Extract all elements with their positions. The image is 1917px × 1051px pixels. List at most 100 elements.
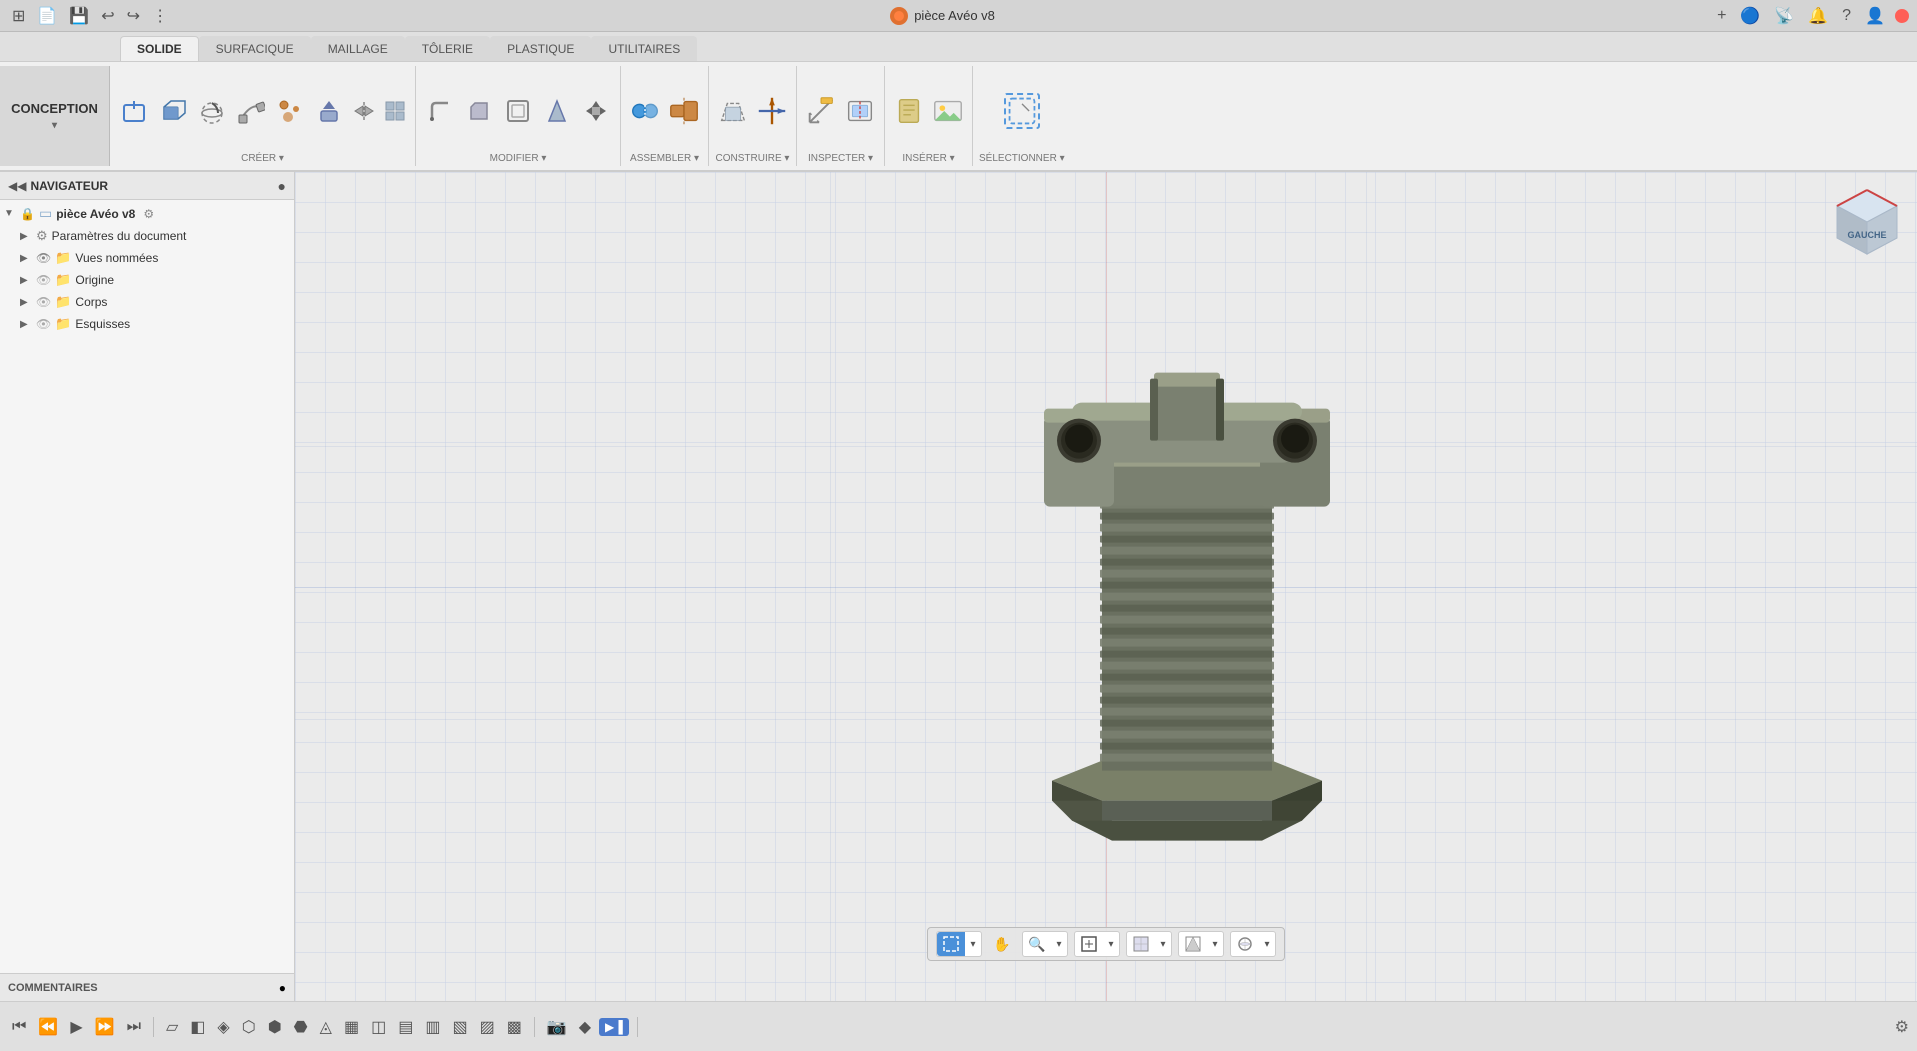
mirror-btn[interactable]	[350, 97, 378, 125]
save-icon[interactable]: 💾	[65, 4, 93, 28]
revolution-btn[interactable]	[194, 93, 230, 129]
timeline-icon14[interactable]: ▩	[503, 1015, 526, 1039]
tree-origine[interactable]: ▶ 👁 📁 Origine	[0, 269, 294, 291]
timeline-icon9[interactable]: ◫	[367, 1015, 390, 1039]
timeline-icon8[interactable]: ▦	[340, 1015, 363, 1039]
statusbar-right-icon[interactable]: ⚙	[1895, 1017, 1909, 1037]
insert-image-btn[interactable]	[930, 93, 966, 129]
timeline-icon5[interactable]: ⬢	[264, 1015, 286, 1039]
pull-btn[interactable]	[311, 93, 347, 129]
cloud-icon[interactable]: 🔵	[1736, 4, 1764, 28]
play-icon[interactable]: ▶	[66, 1015, 86, 1039]
insert-mcad-btn[interactable]	[891, 93, 927, 129]
apps-icon[interactable]: ⊞	[8, 4, 29, 28]
timeline-icon11[interactable]: ▥	[421, 1015, 444, 1039]
axis-btn[interactable]	[754, 93, 790, 129]
loft-btn[interactable]	[272, 93, 308, 129]
zoom-fit-group: ▾	[1074, 931, 1120, 957]
timeline-icon13[interactable]: ▨	[476, 1015, 499, 1039]
timeline-icon7[interactable]: ◬	[316, 1015, 336, 1039]
env-btn[interactable]	[1231, 932, 1259, 956]
esquisses-arrow[interactable]: ▶	[20, 319, 32, 330]
tree-esquisses[interactable]: ▶ 👁 📁 Esquisses	[0, 313, 294, 335]
close-button[interactable]	[1895, 9, 1909, 23]
display-mode-dropdown[interactable]: ▾	[1155, 932, 1171, 956]
timeline-icon1[interactable]: ▱	[162, 1015, 182, 1039]
tree-vues[interactable]: ▶ 👁 📁 Vues nommées	[0, 247, 294, 269]
plane-btn[interactable]	[715, 93, 751, 129]
viewcube[interactable]: GAUCHE	[1827, 182, 1907, 262]
shading-dropdown[interactable]: ▾	[1207, 932, 1223, 956]
view-strip: ▾ ✋ 🔍 ▾ ▾ ▾	[927, 927, 1285, 961]
new-component-btn[interactable]	[116, 93, 152, 129]
zoom-dropdown[interactable]: ▾	[1051, 932, 1067, 956]
more-icon[interactable]: ⋮	[148, 4, 172, 28]
select-mode-dropdown[interactable]: ▾	[965, 932, 981, 956]
comments-pin-icon[interactable]: ●	[279, 981, 286, 995]
display-mode-btn[interactable]	[1127, 932, 1155, 956]
nav-back-icon[interactable]: ◀◀	[8, 179, 26, 193]
zoom-btn[interactable]: 🔍	[1023, 932, 1051, 956]
chamfer-btn[interactable]	[461, 93, 497, 129]
select-btn[interactable]	[1004, 93, 1040, 129]
tab-solide[interactable]: SOLIDE	[120, 36, 199, 61]
timeline-icon6[interactable]: ⬣	[290, 1015, 312, 1039]
keyframe-icon[interactable]: ◆	[575, 1015, 595, 1039]
notification-icon[interactable]: 🔔	[1804, 4, 1832, 28]
timeline-icon2[interactable]: ◧	[186, 1015, 209, 1039]
tree-parametres[interactable]: ▶ ⚙ Paramètres du document	[0, 225, 294, 247]
broadcast-icon[interactable]: 📡	[1770, 4, 1798, 28]
sweep-btn[interactable]	[233, 93, 269, 129]
fillet-btn[interactable]	[422, 93, 458, 129]
last-frame-icon[interactable]: ⏭	[123, 1016, 145, 1038]
section-btn[interactable]	[842, 93, 878, 129]
pattern-btn[interactable]	[381, 97, 409, 125]
vues-arrow[interactable]: ▶	[20, 253, 32, 264]
file-icon[interactable]: 📄	[33, 4, 61, 28]
joint-btn[interactable]	[627, 93, 663, 129]
shading-btn[interactable]	[1179, 932, 1207, 956]
tab-plastique[interactable]: PLASTIQUE	[490, 36, 591, 61]
parametres-arrow[interactable]: ▶	[20, 231, 32, 242]
timeline-icon3[interactable]: ◈	[213, 1015, 233, 1039]
add-tab-icon[interactable]: +	[1713, 5, 1730, 27]
align-btn[interactable]	[666, 93, 702, 129]
tree-corps[interactable]: ▶ 👁 📁 Corps	[0, 291, 294, 313]
undo-icon[interactable]: ↩	[97, 4, 118, 28]
selectionner-icons	[1004, 68, 1040, 153]
viewport[interactable]: GAUCHE ▾ ✋ 🔍 ▾	[295, 172, 1917, 1001]
timeline-icon12[interactable]: ▧	[448, 1015, 471, 1039]
corps-arrow[interactable]: ▶	[20, 297, 32, 308]
extrude-btn[interactable]	[155, 93, 191, 129]
next-frame-icon[interactable]: ⏩	[91, 1015, 119, 1039]
timeline-icon10[interactable]: ▤	[394, 1015, 417, 1039]
pan-btn[interactable]: ✋	[988, 932, 1016, 956]
timeline-icon4[interactable]: ⬡	[238, 1015, 260, 1039]
tab-utilitaires[interactable]: UTILITAIRES	[591, 36, 697, 61]
tree-collapse-arrow[interactable]: ▼	[4, 208, 16, 219]
zoom-fit-dropdown[interactable]: ▾	[1103, 932, 1119, 956]
measure-btn[interactable]	[803, 93, 839, 129]
camera-icon[interactable]: 📷	[543, 1015, 571, 1039]
redo-icon[interactable]: ↪	[123, 4, 144, 28]
main-area: ◀◀ NAVIGATEUR ● ▼ 🔒 ▭ pièce Avéo v8 ⚙ ▶ …	[0, 172, 1917, 1001]
tree-root-item[interactable]: ▼ 🔒 ▭ pièce Avéo v8 ⚙	[0, 202, 294, 225]
shell-btn[interactable]	[500, 93, 536, 129]
select-box-btn[interactable]	[937, 932, 965, 956]
tree-settings-icon[interactable]: ⚙	[143, 207, 154, 221]
tab-tolerie[interactable]: TÔLERIE	[405, 36, 490, 61]
animation-active-icon[interactable]: ▶▐	[599, 1018, 629, 1036]
origine-arrow[interactable]: ▶	[20, 275, 32, 286]
env-dropdown[interactable]: ▾	[1259, 932, 1275, 956]
conception-button[interactable]: CONCEPTION ▾	[0, 66, 110, 166]
tab-surfacique[interactable]: SURFACIQUE	[199, 36, 311, 61]
tab-maillage[interactable]: MAILLAGE	[311, 36, 405, 61]
help-icon[interactable]: ?	[1838, 5, 1855, 27]
prev-frame-icon[interactable]: ⏪	[34, 1015, 62, 1039]
first-frame-icon[interactable]: ⏮	[8, 1016, 30, 1038]
user-icon[interactable]: 👤	[1861, 4, 1889, 28]
zoom-fit-btn[interactable]	[1075, 932, 1103, 956]
nav-pin-icon[interactable]: ●	[278, 178, 286, 194]
move-btn[interactable]	[578, 93, 614, 129]
draft-btn[interactable]	[539, 93, 575, 129]
